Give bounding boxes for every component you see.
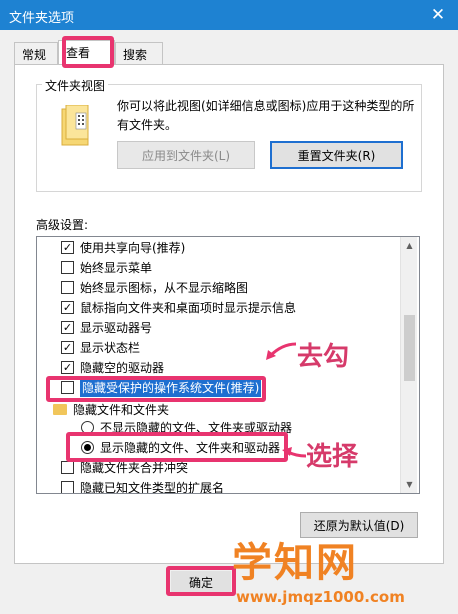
list-item-label: 隐藏空的驱动器 [80, 360, 165, 375]
list-item-label: 隐藏已知文件类型的扩展名 [80, 480, 225, 494]
window-title: 文件夹选项 [9, 11, 75, 26]
arrow-icon [282, 447, 307, 458]
list-item-label: 隐藏文件和文件夹 [73, 402, 170, 417]
folder-views-label: 文件夹视图 [42, 77, 109, 94]
scrollbar-thumb[interactable] [404, 315, 415, 381]
list-item-group: 隐藏文件和文件夹 [53, 399, 169, 419]
folder-icon [53, 403, 67, 415]
arrow-icon [266, 342, 297, 360]
annotation-uncheck: 去勾 [297, 342, 350, 372]
list-item-label: 显示驱动器号 [80, 320, 153, 335]
annotation-select: 选择 [306, 442, 359, 472]
list-item[interactable]: ✓ 鼠标指向文件夹和桌面项时显示提示信息 [61, 297, 296, 317]
watermark-logo: 学知网 www.jmqz1000.com [232, 530, 458, 614]
reset-folders-button[interactable]: 重置文件夹(R) [270, 141, 403, 169]
list-item-label: 始终显示菜单 [80, 260, 153, 275]
checkbox[interactable] [61, 460, 74, 474]
list-item[interactable]: ✓ 隐藏空的驱动器 [61, 357, 164, 377]
close-icon[interactable]: ✕ [418, 0, 458, 30]
list-item-label: 使用共享向导(推荐) [80, 240, 186, 255]
highlight-box-show-hidden [66, 432, 288, 462]
list-item[interactable]: 隐藏已知文件类型的扩展名 [61, 477, 225, 494]
scroll-down-icon[interactable]: ▼ [401, 476, 418, 493]
checkbox[interactable] [61, 480, 74, 493]
highlight-box-ok [166, 566, 236, 596]
checkbox-checked[interactable]: ✓ [61, 300, 74, 314]
watermark-url: www.jmqz1000.com [236, 588, 405, 606]
list-item[interactable]: 始终显示图标，从不显示缩略图 [61, 277, 248, 297]
vertical-scrollbar[interactable]: ▲ ▼ [400, 237, 417, 493]
list-item[interactable]: ✓ 显示状态栏 [61, 337, 140, 357]
list-item[interactable]: 始终显示菜单 [61, 257, 152, 277]
list-item[interactable]: ✓ 使用共享向导(推荐) [61, 237, 185, 257]
watermark-main-text: 学知网 [232, 540, 358, 586]
scroll-up-icon[interactable]: ▲ [401, 237, 418, 254]
highlight-box-view-tab [62, 36, 114, 68]
checkbox-checked[interactable]: ✓ [61, 240, 74, 254]
list-item-label: 显示状态栏 [80, 340, 141, 355]
list-item[interactable]: ✓ 显示驱动器号 [61, 317, 152, 337]
checkbox-checked[interactable]: ✓ [61, 340, 74, 354]
highlight-box-hide-protected [46, 376, 266, 402]
checkbox[interactable] [61, 260, 74, 274]
checkbox[interactable] [61, 280, 74, 294]
folder-icon [61, 105, 89, 146]
advanced-settings-label: 高级设置: [36, 218, 89, 232]
list-item-label: 鼠标指向文件夹和桌面项时显示提示信息 [80, 300, 297, 315]
checkbox-checked[interactable]: ✓ [61, 320, 74, 334]
title-bar: 文件夹选项 ✕ [0, 0, 458, 30]
tab-search[interactable]: 搜索 [115, 42, 163, 64]
tab-general[interactable]: 常规 [14, 42, 58, 64]
checkbox-checked[interactable]: ✓ [61, 360, 74, 374]
list-item-label: 始终显示图标，从不显示缩略图 [80, 280, 249, 295]
apply-to-folders-button[interactable]: 应用到文件夹(L) [117, 141, 255, 169]
folder-views-description: 你可以将此视图(如详细信息或图标)应用于这种类型的所有文件夹。 [117, 99, 415, 132]
